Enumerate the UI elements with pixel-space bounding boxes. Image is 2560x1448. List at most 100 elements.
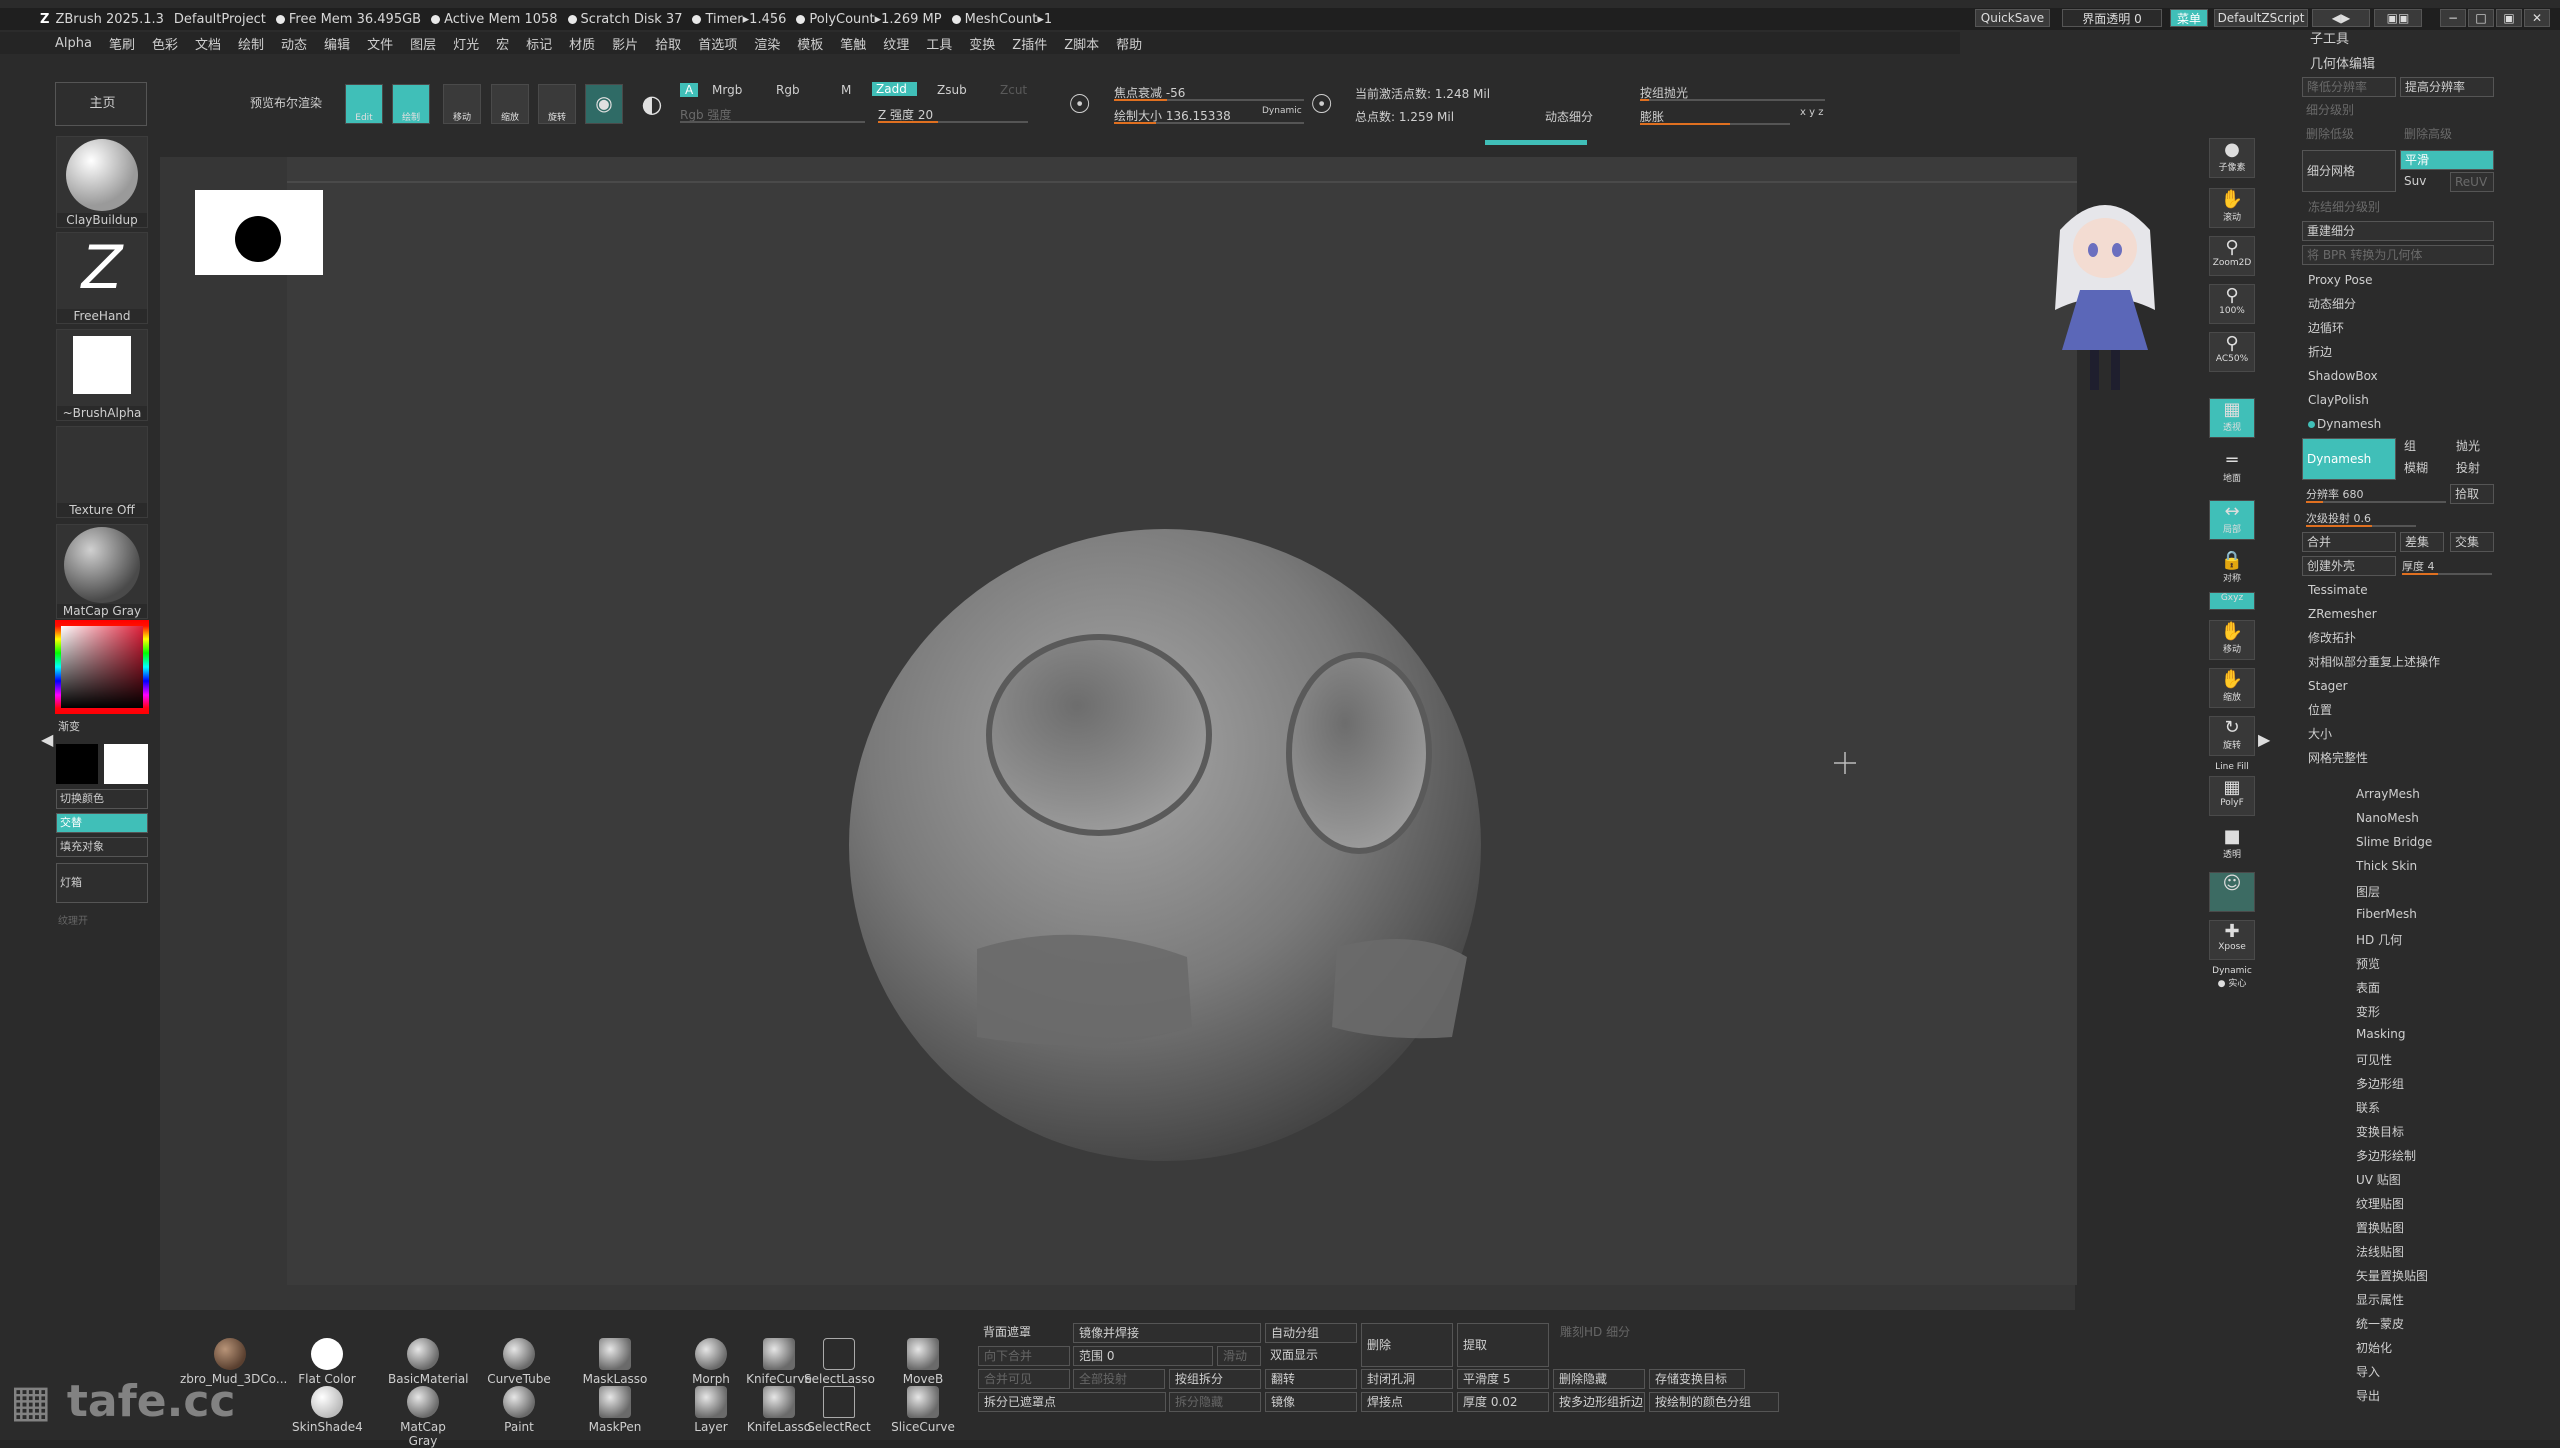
inflate-slider[interactable]: 膨胀 bbox=[1640, 108, 1790, 125]
subpalette-contact[interactable]: 联系 bbox=[2356, 1099, 2380, 1116]
shell-thickness-slider[interactable]: 厚度 4 bbox=[2402, 558, 2492, 575]
store-morph-button[interactable]: 存储变换目标 bbox=[1649, 1369, 1745, 1389]
smooth-toggle[interactable]: 平滑 bbox=[2400, 150, 2494, 170]
delete-hidden-button[interactable]: 删除隐藏 bbox=[1553, 1369, 1645, 1389]
a-toggle[interactable]: A bbox=[680, 83, 699, 97]
subpalette-normal-map[interactable]: 法线贴图 bbox=[2356, 1243, 2404, 1260]
convert-bpr-button[interactable]: 将 BPR 转换为几何体 bbox=[2302, 245, 2494, 265]
split-hidden-button[interactable]: 拆分隐藏 bbox=[1169, 1392, 1261, 1412]
slide-button[interactable]: 滑动 bbox=[1217, 1346, 1261, 1366]
menu-material[interactable]: 材质 bbox=[569, 34, 595, 53]
suv-toggle[interactable]: Suv bbox=[2400, 172, 2444, 192]
delete-lower-button[interactable]: 删除低级 bbox=[2302, 125, 2396, 145]
subpalette-deformation[interactable]: 变形 bbox=[2356, 1003, 2380, 1020]
menu-movie[interactable]: 影片 bbox=[612, 34, 638, 53]
brush-slicecurve[interactable]: SliceCurve bbox=[888, 1386, 958, 1434]
local-button[interactable]: ↔ 局部 bbox=[2209, 500, 2255, 540]
brush-paint[interactable]: Paint bbox=[484, 1386, 554, 1434]
home-button[interactable]: 主页 bbox=[55, 82, 147, 126]
subpalette-display-properties[interactable]: 显示属性 bbox=[2356, 1291, 2404, 1308]
brush-moveb[interactable]: MoveB bbox=[888, 1338, 958, 1386]
zsub-toggle[interactable]: Zsub bbox=[937, 83, 967, 97]
subpalette-displacement-map[interactable]: 置换贴图 bbox=[2356, 1219, 2404, 1236]
project-all-button[interactable]: 全部投射 bbox=[1073, 1369, 1165, 1389]
zcut-toggle[interactable]: Zcut bbox=[1000, 83, 1027, 97]
brush-selectlasso[interactable]: SelectLasso bbox=[804, 1338, 875, 1386]
left-collapse-icon[interactable]: ◀ bbox=[41, 730, 53, 749]
gxyz-button[interactable]: Gxyz bbox=[2209, 592, 2255, 610]
delete-button[interactable]: 删除 bbox=[1361, 1323, 1453, 1367]
material-matcap-gray[interactable]: MatCap Gray bbox=[388, 1386, 458, 1448]
subpalette-preview[interactable]: 预览 bbox=[2356, 955, 2380, 972]
edit-button[interactable]: Edit bbox=[345, 84, 383, 124]
polyframe-button[interactable]: ▦ PolyF bbox=[2209, 776, 2255, 816]
subpalette-import[interactable]: 导入 bbox=[2356, 1363, 2380, 1380]
create-shell-button[interactable]: 创建外壳 bbox=[2302, 556, 2396, 576]
merge-visible-button[interactable]: 合并可见 bbox=[978, 1369, 1070, 1389]
tessimate-item[interactable]: Tessimate bbox=[2304, 580, 2496, 600]
alpha-selector[interactable]: ~BrushAlpha bbox=[56, 329, 148, 421]
window-mode-icon[interactable]: ▣ bbox=[2496, 9, 2522, 27]
close-icon[interactable]: ✕ bbox=[2524, 9, 2550, 27]
zremesher-item[interactable]: ZRemesher bbox=[2304, 604, 2496, 624]
brush-selector[interactable]: ClayBuildup bbox=[56, 136, 148, 228]
rebuild-subdiv-button[interactable]: 重建细分 bbox=[2302, 221, 2494, 241]
material-selector[interactable]: MatCap Gray bbox=[56, 524, 148, 619]
subpixel-button[interactable]: ● 子像素 bbox=[2209, 138, 2255, 178]
freeze-subdiv-button[interactable]: 冻结细分级别 bbox=[2304, 197, 2496, 217]
merge-button[interactable]: 合并 bbox=[2302, 532, 2396, 552]
menu-toggle-button[interactable]: 菜单 bbox=[2170, 9, 2208, 27]
document-canvas[interactable] bbox=[195, 157, 2077, 1285]
dynamic-toggle[interactable]: Dynamic bbox=[1262, 106, 1302, 116]
dynamesh-button[interactable]: Dynamesh bbox=[2302, 438, 2396, 480]
menu-stencil[interactable]: 模板 bbox=[797, 34, 823, 53]
mirror-weld-button[interactable]: 镜像并焊接 bbox=[1073, 1323, 1261, 1343]
intersect-button[interactable]: 交集 bbox=[2450, 532, 2494, 552]
subpalette-fibermesh[interactable]: FiberMesh bbox=[2356, 907, 2417, 921]
auto-groups-button[interactable]: 自动分组 bbox=[1265, 1323, 1357, 1343]
menu-picker[interactable]: 拾取 bbox=[655, 34, 681, 53]
ghost-button[interactable]: ☺ bbox=[2209, 872, 2255, 912]
subpalette-unified-skin[interactable]: 统一蒙皮 bbox=[2356, 1315, 2404, 1332]
divide-button[interactable]: 细分网格 bbox=[2302, 150, 2396, 192]
actual-size-button[interactable]: ⚲ 100% bbox=[2209, 284, 2255, 324]
extract-button[interactable]: 拾取 bbox=[2450, 484, 2494, 504]
subpalette-thick-skin[interactable]: Thick Skin bbox=[2356, 859, 2417, 873]
blur-slider[interactable]: 模糊 bbox=[2400, 458, 2440, 478]
subpalette-export[interactable]: 导出 bbox=[2356, 1387, 2380, 1404]
scroll-button[interactable]: ✋ 滚动 bbox=[2209, 188, 2255, 228]
subtool-header[interactable]: 子工具 bbox=[2306, 30, 2498, 50]
zadd-toggle[interactable]: Zadd bbox=[872, 82, 917, 96]
edgeloop-item[interactable]: 边循环 bbox=[2304, 318, 2496, 338]
sculptris-button[interactable]: ◉ bbox=[585, 84, 623, 124]
double-sided-toggle[interactable]: 双面显示 bbox=[1265, 1346, 1357, 1366]
menu-dynamics[interactable]: 动态 bbox=[281, 34, 307, 53]
dynamic-subdiv-toggle[interactable]: 动态细分 bbox=[1545, 108, 1593, 125]
subpalette-initialize[interactable]: 初始化 bbox=[2356, 1339, 2392, 1356]
menu-tool[interactable]: 工具 bbox=[926, 34, 952, 53]
smoothness-slider[interactable]: 平滑度 5 bbox=[1457, 1369, 1549, 1389]
menu-texture[interactable]: 纹理 bbox=[883, 34, 909, 53]
range-slider[interactable]: 范围 0 bbox=[1073, 1346, 1213, 1366]
close-holes-button[interactable]: 封闭孔洞 bbox=[1361, 1369, 1453, 1389]
modify-topology-item[interactable]: 修改拓扑 bbox=[2304, 628, 2496, 648]
view-scale-button[interactable]: ✋ 缩放 bbox=[2209, 668, 2255, 708]
restore-icon[interactable]: □ bbox=[2468, 9, 2494, 27]
groups-split-button[interactable]: 按组拆分 bbox=[1169, 1369, 1261, 1389]
layout-toggle-icon[interactable]: ▣▣ bbox=[2374, 9, 2422, 27]
menu-brush[interactable]: 笔刷 bbox=[109, 34, 135, 53]
claypolish-item[interactable]: ClayPolish bbox=[2304, 390, 2496, 410]
position-item[interactable]: 位置 bbox=[2304, 700, 2496, 720]
menu-edit[interactable]: 编辑 bbox=[324, 34, 350, 53]
menu-render[interactable]: 渲染 bbox=[754, 34, 780, 53]
merge-down-button[interactable]: 向下合并 bbox=[978, 1346, 1070, 1366]
material-flat-color[interactable]: Flat Color bbox=[292, 1338, 362, 1386]
menu-alpha[interactable]: Alpha bbox=[55, 36, 92, 51]
draw-button[interactable]: 绘制 bbox=[392, 84, 430, 124]
switch-color-button[interactable]: 切换颜色 bbox=[56, 789, 148, 809]
subpalette-morph-target[interactable]: 变换目标 bbox=[2356, 1123, 2404, 1140]
polish-by-group-slider[interactable]: 按组抛光 bbox=[1640, 84, 1825, 101]
crease-item[interactable]: 折边 bbox=[2304, 342, 2496, 362]
rgb-intensity-slider[interactable]: Rgb 强度 bbox=[680, 106, 865, 123]
brush-selectrect[interactable]: SelectRect bbox=[804, 1386, 874, 1434]
